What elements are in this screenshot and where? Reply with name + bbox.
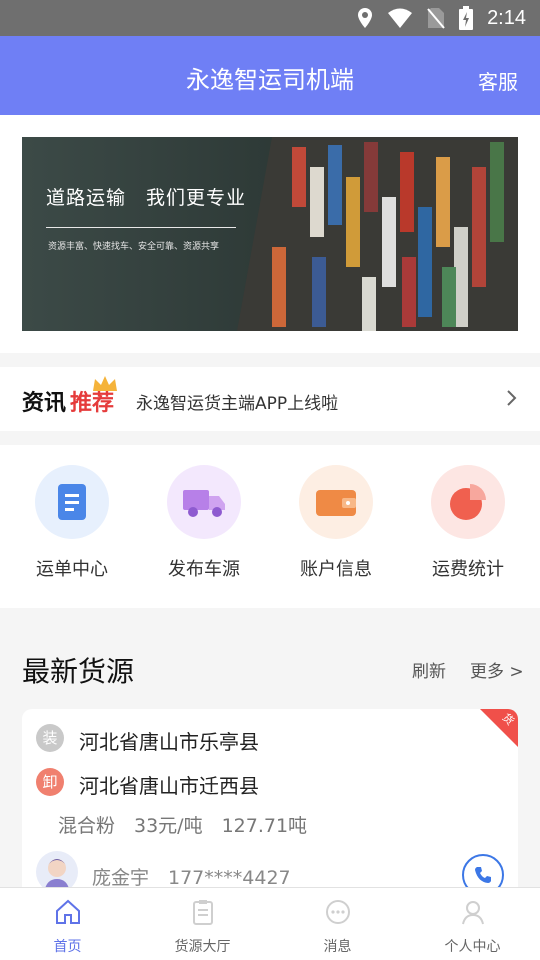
driver-info: 庞金宇 177****4427 bbox=[92, 867, 291, 889]
tab-messages[interactable]: 消息 bbox=[270, 898, 405, 956]
chevron-right-icon bbox=[507, 390, 517, 406]
truck-icon bbox=[167, 465, 241, 539]
menu-waybill[interactable]: 运单中心 bbox=[6, 465, 138, 581]
waybill-icon bbox=[35, 465, 109, 539]
tab-label: 个人中心 bbox=[444, 939, 501, 955]
phone-icon bbox=[475, 867, 491, 883]
section-title: 最新货源 bbox=[22, 655, 135, 688]
news-text: 永逸智运货主端APP上线啦 bbox=[136, 394, 339, 414]
app-header: 永逸智运司机端 客服 bbox=[0, 36, 540, 115]
tab-home[interactable]: 首页 bbox=[0, 898, 135, 956]
no-sim-icon bbox=[427, 8, 445, 29]
menu-label: 发布车源 bbox=[168, 559, 240, 580]
load-address: 河北省唐山市乐亭县 bbox=[79, 730, 259, 754]
banner-divider bbox=[46, 227, 236, 228]
menu-publish-vehicle[interactable]: 发布车源 bbox=[138, 465, 270, 581]
load-badge: 装 bbox=[36, 724, 64, 752]
news-tag: 资讯 bbox=[22, 391, 67, 416]
tab-profile[interactable]: 个人中心 bbox=[405, 898, 540, 956]
unload-badge: 卸 bbox=[36, 768, 64, 796]
quick-menu: 运单中心 发布车源 账户信息 运费统计 bbox=[0, 445, 540, 608]
page-title: 永逸智运司机端 bbox=[186, 66, 354, 94]
unload-address: 河北省唐山市迁西县 bbox=[79, 774, 259, 798]
news-ticker[interactable]: 资讯 推荐 永逸智运货主端APP上线啦 bbox=[0, 367, 540, 431]
latest-goods-section: 最新货源 刷新 更多 > 货 装 河北省唐山市乐亭县 卸 河北省唐山市迁西县 混… bbox=[0, 622, 540, 899]
battery-icon bbox=[459, 6, 474, 30]
goods-card[interactable]: 货 装 河北省唐山市乐亭县 卸 河北省唐山市迁西县 混合粉 33元/吨 127.… bbox=[22, 709, 518, 899]
wifi-icon bbox=[388, 8, 413, 28]
tab-label: 消息 bbox=[323, 939, 352, 955]
tab-label: 货源大厅 bbox=[174, 939, 231, 955]
wallet-icon bbox=[299, 465, 373, 539]
banner-section: 道路运输 我们更专业 资源丰富、快速找车、安全可靠、资源共享 bbox=[0, 115, 540, 353]
status-bar: 2:14 bbox=[0, 0, 540, 36]
location-icon bbox=[358, 8, 373, 28]
clock: 2:14 bbox=[487, 6, 526, 29]
menu-account[interactable]: 账户信息 bbox=[270, 465, 402, 581]
menu-label: 运单中心 bbox=[36, 559, 108, 580]
menu-label: 账户信息 bbox=[300, 559, 372, 580]
pie-chart-icon bbox=[431, 465, 505, 539]
customer-service-button[interactable]: 客服 bbox=[478, 66, 518, 95]
cargo-info: 混合粉 33元/吨 127.71吨 bbox=[58, 815, 308, 837]
menu-label: 运费统计 bbox=[432, 559, 504, 580]
port-container-image bbox=[22, 137, 518, 331]
bottom-tab-bar: 首页 货源大厅 消息 个人中心 bbox=[0, 887, 540, 960]
crown-icon bbox=[93, 376, 117, 391]
home-icon bbox=[55, 899, 80, 924]
message-icon bbox=[325, 900, 350, 924]
refresh-button[interactable]: 刷新 bbox=[412, 657, 446, 682]
more-link[interactable]: 更多 > bbox=[470, 657, 524, 682]
menu-freight-stats[interactable]: 运费统计 bbox=[402, 465, 534, 581]
tab-goods-hall[interactable]: 货源大厅 bbox=[135, 898, 270, 956]
banner-carousel[interactable]: 道路运输 我们更专业 资源丰富、快速找车、安全可靠、资源共享 bbox=[22, 137, 518, 331]
person-icon bbox=[461, 901, 484, 925]
banner-subtitle: 资源丰富、快速找车、安全可靠、资源共享 bbox=[48, 242, 220, 252]
banner-slogan: 道路运输 我们更专业 bbox=[46, 187, 247, 209]
tab-label: 首页 bbox=[53, 939, 82, 955]
clipboard-icon bbox=[192, 900, 213, 925]
